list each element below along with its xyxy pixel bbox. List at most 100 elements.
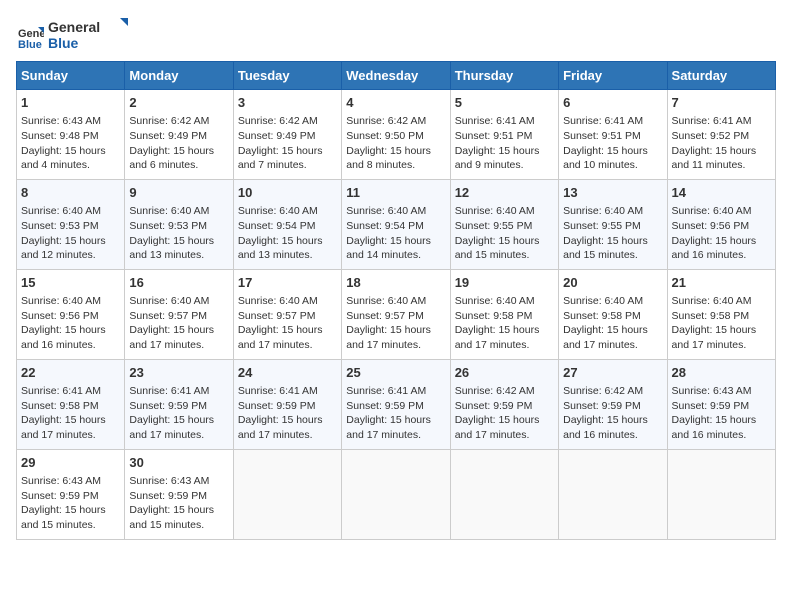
week-row-1: 1Sunrise: 6:43 AMSunset: 9:48 PMDaylight…: [17, 90, 776, 180]
calendar-cell: [342, 449, 450, 539]
calendar-cell: 20Sunrise: 6:40 AMSunset: 9:58 PMDayligh…: [559, 269, 667, 359]
header: General Blue General Blue: [16, 16, 776, 57]
logo: General Blue General Blue: [16, 16, 138, 57]
calendar-cell: 18Sunrise: 6:40 AMSunset: 9:57 PMDayligh…: [342, 269, 450, 359]
day-number: 9: [129, 184, 228, 202]
day-number: 21: [672, 274, 771, 292]
daylight: Daylight: 15 hours and 9 minutes.: [455, 145, 540, 172]
calendar-cell: 11Sunrise: 6:40 AMSunset: 9:54 PMDayligh…: [342, 179, 450, 269]
header-day-friday: Friday: [559, 62, 667, 90]
week-row-2: 8 Sunrise: 6:40 AM Sunset: 9:53 PM Daylight…: [17, 179, 776, 269]
sunset: Sunset: 9:59 PM: [672, 400, 750, 412]
daylight: Daylight: 15 hours and 17 minutes.: [346, 324, 431, 351]
header-day-sunday: Sunday: [17, 62, 125, 90]
sunset: Sunset: 9:51 PM: [563, 130, 641, 142]
calendar-cell: 16Sunrise: 6:40 AMSunset: 9:57 PMDayligh…: [125, 269, 233, 359]
calendar-cell: 30Sunrise: 6:43 AMSunset: 9:59 PMDayligh…: [125, 449, 233, 539]
calendar-cell: [233, 449, 341, 539]
calendar-cell: 28Sunrise: 6:43 AMSunset: 9:59 PMDayligh…: [667, 359, 775, 449]
sunset: Sunset: 9:54 PM: [346, 220, 424, 232]
day-number: 16: [129, 274, 228, 292]
calendar-cell: 23 Sunrise: 6:41 AM Sunset: 9:59 PM Dayligh…: [125, 359, 233, 449]
day-number: 23: [129, 364, 228, 382]
daylight: Daylight: 15 hours and 17 minutes.: [238, 324, 323, 351]
daylight: Daylight: 15 hours and 15 minutes.: [563, 235, 648, 262]
day-number: 18: [346, 274, 445, 292]
calendar-cell: 15 Sunrise: 6:40 AM Sunset: 9:56 PM Dayligh…: [17, 269, 125, 359]
sunrise: Sunrise: 6:40 AM: [563, 295, 643, 307]
sunrise: Sunrise: 6:41 AM: [129, 385, 209, 397]
week-row-3: 15 Sunrise: 6:40 AM Sunset: 9:56 PM Dayligh…: [17, 269, 776, 359]
sunset: Sunset: 9:59 PM: [129, 400, 207, 412]
daylight: Daylight: 15 hours and 17 minutes.: [129, 414, 214, 441]
daylight: Daylight: 15 hours and 13 minutes.: [238, 235, 323, 262]
daylight: Daylight: 15 hours and 11 minutes.: [672, 145, 757, 172]
calendar-cell: 21Sunrise: 6:40 AMSunset: 9:58 PMDayligh…: [667, 269, 775, 359]
calendar-cell: [559, 449, 667, 539]
calendar-cell: [450, 449, 558, 539]
sunrise: Sunrise: 6:42 AM: [238, 115, 318, 127]
day-number: 8: [21, 184, 120, 202]
sunset: Sunset: 9:57 PM: [129, 310, 207, 322]
sunrise: Sunrise: 6:41 AM: [455, 115, 535, 127]
calendar-cell: 17Sunrise: 6:40 AMSunset: 9:57 PMDayligh…: [233, 269, 341, 359]
sunrise: Sunrise: 6:43 AM: [21, 115, 101, 127]
svg-text:General: General: [48, 19, 100, 35]
day-number: 4: [346, 94, 445, 112]
day-number: 29: [21, 454, 120, 472]
day-number: 3: [238, 94, 337, 112]
sunrise: Sunrise: 6:41 AM: [238, 385, 318, 397]
week-row-4: 22 Sunrise: 6:41 AM Sunset: 9:58 PM Dayligh…: [17, 359, 776, 449]
sunrise: Sunrise: 6:43 AM: [21, 475, 101, 487]
sunrise: Sunrise: 6:42 AM: [563, 385, 643, 397]
calendar-cell: 7Sunrise: 6:41 AMSunset: 9:52 PMDaylight…: [667, 90, 775, 180]
calendar-cell: 6Sunrise: 6:41 AMSunset: 9:51 PMDaylight…: [559, 90, 667, 180]
day-number: 20: [563, 274, 662, 292]
sunrise: Sunrise: 6:41 AM: [21, 385, 101, 397]
sunset: Sunset: 9:58 PM: [455, 310, 533, 322]
sunset: Sunset: 9:50 PM: [346, 130, 424, 142]
sunrise: Sunrise: 6:42 AM: [346, 115, 426, 127]
day-number: 22: [21, 364, 120, 382]
header-day-monday: Monday: [125, 62, 233, 90]
calendar-cell: 2Sunrise: 6:42 AMSunset: 9:49 PMDaylight…: [125, 90, 233, 180]
sunset: Sunset: 9:57 PM: [238, 310, 316, 322]
sunrise: Sunrise: 6:41 AM: [346, 385, 426, 397]
sunrise: Sunrise: 6:42 AM: [455, 385, 535, 397]
sunset: Sunset: 9:51 PM: [455, 130, 533, 142]
day-number: 10: [238, 184, 337, 202]
day-number: 28: [672, 364, 771, 382]
daylight: Daylight: 15 hours and 17 minutes.: [129, 324, 214, 351]
sunset: Sunset: 9:53 PM: [21, 220, 99, 232]
daylight: Daylight: 15 hours and 16 minutes.: [21, 324, 106, 351]
sunset: Sunset: 9:58 PM: [21, 400, 99, 412]
sunset: Sunset: 9:55 PM: [455, 220, 533, 232]
daylight: Daylight: 15 hours and 7 minutes.: [238, 145, 323, 172]
sunrise: Sunrise: 6:42 AM: [129, 115, 209, 127]
sunset: Sunset: 9:53 PM: [129, 220, 207, 232]
sunset: Sunset: 9:54 PM: [238, 220, 316, 232]
sunrise: Sunrise: 6:41 AM: [672, 115, 752, 127]
daylight: Daylight: 15 hours and 16 minutes.: [672, 235, 757, 262]
daylight: Daylight: 15 hours and 15 minutes.: [129, 504, 214, 531]
sunset: Sunset: 9:56 PM: [21, 310, 99, 322]
sunset: Sunset: 9:59 PM: [455, 400, 533, 412]
daylight: Daylight: 15 hours and 10 minutes.: [563, 145, 648, 172]
sunrise: Sunrise: 6:40 AM: [238, 205, 318, 217]
logo-icon: General Blue: [16, 23, 44, 51]
day-number: 2: [129, 94, 228, 112]
calendar-body: 1Sunrise: 6:43 AMSunset: 9:48 PMDaylight…: [17, 90, 776, 540]
sunset: Sunset: 9:56 PM: [672, 220, 750, 232]
sunset: Sunset: 9:59 PM: [129, 490, 207, 502]
daylight: Daylight: 15 hours and 12 minutes.: [21, 235, 106, 262]
calendar-cell: 1Sunrise: 6:43 AMSunset: 9:48 PMDaylight…: [17, 90, 125, 180]
sunrise: Sunrise: 6:40 AM: [21, 295, 101, 307]
daylight: Daylight: 15 hours and 4 minutes.: [21, 145, 106, 172]
calendar-cell: 25Sunrise: 6:41 AMSunset: 9:59 PMDayligh…: [342, 359, 450, 449]
logo-text: General Blue: [48, 16, 138, 57]
daylight: Daylight: 15 hours and 15 minutes.: [455, 235, 540, 262]
header-day-saturday: Saturday: [667, 62, 775, 90]
day-number: 15: [21, 274, 120, 292]
daylight: Daylight: 15 hours and 17 minutes.: [455, 324, 540, 351]
daylight: Daylight: 15 hours and 17 minutes.: [672, 324, 757, 351]
